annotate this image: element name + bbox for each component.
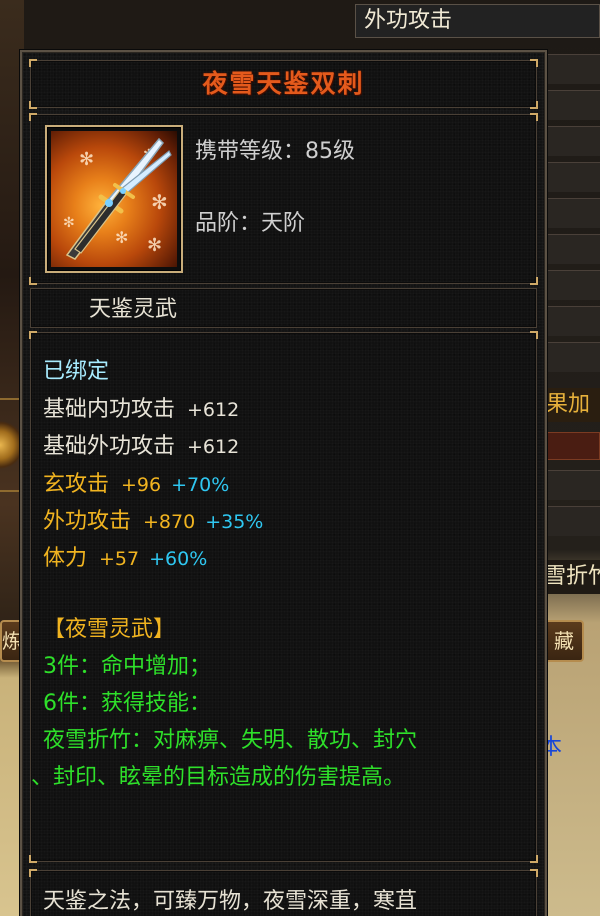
bonus-stat-row: 玄攻击 +96 +70% [43,470,229,500]
stat-label: 玄攻击 [43,472,110,497]
set-bonus-6: 6件：获得技能： [43,691,211,716]
svg-text:✻: ✻ [151,190,168,214]
stat-label: 外功攻击 [43,509,132,534]
background-row [540,270,600,300]
base-stat-row: 基础内功攻击 +612 [43,395,239,425]
stat-label: 体力 [43,546,88,571]
background-row [540,54,600,84]
item-type: 天鉴灵武 [89,297,178,322]
background-row [540,162,600,192]
base-stat-row: 基础外功攻击 +612 [43,432,239,462]
item-info-panel: ✻ ✻ ✻ ✻ ✻ ✻ [29,113,538,285]
stat-value: +612 [187,436,240,458]
item-grade: 品阶：天阶 [195,211,306,236]
stat-value: +96 [121,474,162,496]
background-collection-button[interactable]: 藏 [544,620,584,662]
background-skill-label: 雪折竹 [544,560,600,594]
set-skill-description: 夜雪折竹：对麻痹、失明、散功、封穴 [43,728,418,753]
background-red-bar [544,432,600,460]
set-name: 【夜雪灵武】 [43,617,176,642]
background-row [540,470,600,500]
item-lore-panel: 天鉴之法，可臻万物，夜雪深重，寒苴 [29,869,538,916]
svg-text:✻: ✻ [115,228,128,247]
item-icon-frame: ✻ ✻ ✻ ✻ ✻ ✻ [45,125,183,273]
stat-percent: +60% [149,548,208,570]
title-panel: 夜雪天鉴双刺 [29,59,538,109]
svg-text:✻: ✻ [79,149,94,170]
background-header-label: 外功攻击 [355,4,600,38]
svg-text:✻: ✻ [147,235,162,256]
set-bonus-3: 3件：命中增加； [43,654,211,679]
background-row [540,506,600,536]
stat-value: +57 [99,548,140,570]
background-effect-label: 果加 [544,388,600,422]
bound-status: 已绑定 [43,359,110,384]
item-lore-text: 天鉴之法，可臻万物，夜雪深重，寒苴 [43,889,418,914]
background-row [540,90,600,120]
background-row [540,126,600,156]
background-row [540,306,600,336]
game-screen: 外功攻击 果加 雪折竹 炼 藏 本 夜雪天鉴双刺 ✻ ✻ ✻ ✻ ✻ 携带等级：… [0,0,600,916]
item-type-panel: 天鉴灵武 [30,288,537,328]
background-row [540,342,600,372]
item-tooltip: 夜雪天鉴双刺 ✻ ✻ ✻ ✻ ✻ ✻ [20,50,547,916]
stat-label: 基础外功攻击 [43,434,176,459]
bonus-stat-row: 体力 +57 +60% [43,544,207,574]
bonus-stat-row: 外功攻击 +870 +35% [43,507,263,537]
item-stats-panel: 已绑定 基础内功攻击 +612 基础外功攻击 +612 玄攻击 +96 +70% 外功攻… [29,331,538,863]
background-blue-text: 本 [540,735,563,760]
set-skill-description-continued: 、封印、眩晕的目标造成的伤害提高。 [31,765,406,790]
stat-percent: +70% [171,474,230,496]
svg-text:✻: ✻ [63,215,75,231]
item-name: 夜雪天鉴双刺 [202,69,365,98]
stat-value: +870 [143,511,196,533]
background-row [540,234,600,264]
carry-level: 携带等级：85级 [195,139,355,164]
stat-label: 基础内功攻击 [43,397,176,422]
background-row [540,198,600,228]
background-emblem-icon [0,398,20,492]
stat-percent: +35% [205,511,264,533]
stat-value: +612 [187,399,240,421]
twin-daggers-icon: ✻ ✻ ✻ ✻ ✻ ✻ [51,131,177,267]
